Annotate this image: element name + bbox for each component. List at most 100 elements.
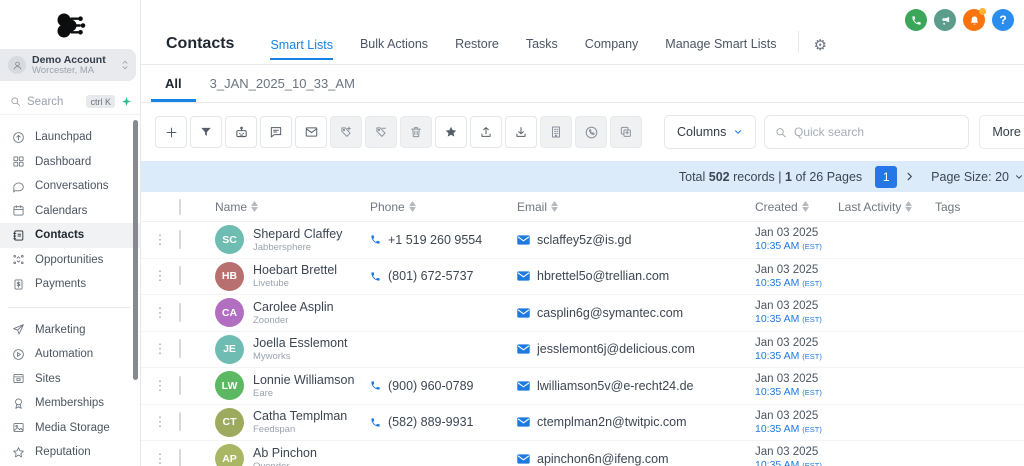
tab-tasks[interactable]: Tasks [526,37,558,53]
contact-phone[interactable]: (900) 960-0789 [388,379,473,393]
row-checkbox[interactable] [179,448,181,466]
table-row: ⋮ HB Hoebart Brettel Livetube (801) 672-… [141,258,1024,295]
whatsapp-button[interactable] [575,116,607,148]
column-header-email[interactable]: Email [517,200,755,214]
contact-company: Myworks [253,351,291,363]
tab-restore[interactable]: Restore [455,37,499,53]
contact-phone[interactable]: (801) 672-5737 [388,269,473,283]
tab-manage-smart-lists[interactable]: Manage Smart Lists [665,37,776,53]
brand-logo[interactable] [0,0,140,46]
row-menu-icon[interactable]: ⋮ [141,232,179,248]
sidebar-scrollbar[interactable] [133,120,138,380]
contact-name[interactable]: Ab Pinchon [253,446,317,461]
contact-name[interactable]: Lonnie Williamson [253,373,354,388]
sidebar-item-contacts[interactable]: Contacts [0,223,140,248]
columns-button[interactable]: Columns [664,115,757,149]
sidebar-item-opportunities[interactable]: Opportunities [0,248,140,273]
row-menu-icon[interactable]: ⋮ [141,305,179,321]
send-sms-button[interactable] [260,116,292,148]
tab-company[interactable]: Company [585,37,639,53]
contact-email[interactable]: lwilliamson5v@e-recht24.de [537,379,694,393]
contact-phone[interactable]: +1 519 260 9554 [388,233,482,247]
column-header-created[interactable]: Created [755,200,838,214]
row-menu-icon[interactable]: ⋮ [141,451,179,466]
import-button[interactable] [505,116,537,148]
select-all-checkbox[interactable] [179,198,181,215]
list-tab-saved[interactable]: 3_JAN_2025_10_33_AM [196,65,369,102]
contact-phone[interactable]: (582) 889-9931 [388,415,473,429]
contact-name[interactable]: Carolee Asplin [253,300,334,315]
contact-name[interactable]: Joella Esslemont [253,336,348,351]
sidebar-item-calendars[interactable]: Calendars [0,199,140,224]
contact-email[interactable]: jesslemont6j@delicious.com [537,342,695,356]
contact-email[interactable]: hbrettel5o@trellian.com [537,269,669,283]
contact-email[interactable]: sclaffey5z@is.gd [537,233,631,247]
column-header-last-activity[interactable]: Last Activity [838,200,935,214]
row-menu-icon[interactable]: ⋮ [141,268,179,284]
row-checkbox[interactable] [179,302,181,322]
export-button[interactable] [470,116,502,148]
next-page-button[interactable] [904,171,915,182]
account-switcher[interactable]: Demo Account Worcester, MA [0,49,136,81]
star-button[interactable] [435,116,467,148]
row-menu-icon[interactable]: ⋮ [141,341,179,357]
filter-button[interactable] [190,116,222,148]
contact-email[interactable]: ctemplman2n@twitpic.com [537,415,687,429]
created-time: 10:35 AM [755,240,800,253]
contact-name[interactable]: Catha Templman [253,409,347,424]
row-checkbox[interactable] [179,266,181,286]
send-email-button[interactable] [295,116,327,148]
page-number-button[interactable]: 1 [875,165,898,188]
sidebar-item-sites[interactable]: Sites [0,367,140,392]
column-header-tags[interactable]: Tags [935,200,1024,214]
contact-email[interactable]: apinchon6n@ifeng.com [537,452,669,466]
sidebar-item-media-storage[interactable]: Media Storage [0,416,140,441]
row-checkbox[interactable] [179,412,181,432]
remove-tag-button[interactable] [365,116,397,148]
contact-email[interactable]: casplin6g@symantec.com [537,306,683,320]
sidebar-item-reputation[interactable]: Reputation [0,440,140,465]
add-to-company-button[interactable] [540,116,572,148]
phone-icon[interactable] [905,9,927,31]
gear-icon[interactable]: ⚙ [813,38,826,53]
list-tab-all[interactable]: All [151,65,196,102]
sidebar-item-launchpad[interactable]: Launchpad [0,125,140,150]
email-cell: jesslemont6j@delicious.com [517,342,755,356]
sidebar-item-dashboard[interactable]: Dashboard [0,150,140,175]
launchpad-icon [11,131,26,144]
sidebar-item-marketing[interactable]: Marketing [0,318,140,343]
created-date: Jan 03 2025 [755,336,819,349]
contact-name[interactable]: Shepard Claffey [253,227,342,242]
merge-button[interactable] [610,116,642,148]
megaphone-icon[interactable] [934,9,956,31]
quick-search-input[interactable] [794,125,959,139]
row-checkbox[interactable] [179,229,181,249]
help-icon[interactable]: ? [992,9,1014,31]
tab-smart-lists[interactable]: Smart Lists [270,38,333,60]
sidebar-item-payments[interactable]: Payments [0,272,140,297]
spark-icon[interactable] [121,96,132,107]
sidebar-item-memberships[interactable]: Memberships [0,391,140,416]
sidebar-item-automation[interactable]: Automation [0,342,140,367]
notification-bell-icon[interactable] [963,8,986,31]
global-search[interactable]: Search ctrl K [0,89,140,115]
row-menu-icon[interactable]: ⋮ [141,414,179,430]
bot-button[interactable] [225,116,257,148]
column-header-phone[interactable]: Phone [370,200,517,214]
contact-company: Eare [253,387,274,399]
row-checkbox[interactable] [179,339,181,359]
row-menu-icon[interactable]: ⋮ [141,378,179,394]
add-contact-button[interactable] [155,116,187,148]
opportunities-icon [11,253,26,266]
contact-name[interactable]: Hoebart Brettel [253,263,337,278]
row-checkbox[interactable] [179,375,181,395]
more-filters-button[interactable]: More Filters [979,115,1024,149]
tab-bulk-actions[interactable]: Bulk Actions [360,37,428,53]
column-header-name[interactable]: Name [215,200,370,214]
delete-button[interactable] [400,116,432,148]
sidebar-item-conversations[interactable]: Conversations [0,174,140,199]
quick-search-field[interactable] [764,115,970,149]
add-tag-button[interactable] [330,116,362,148]
email-icon [517,417,530,427]
page-size-selector[interactable]: Page Size: 20 [931,170,1024,184]
